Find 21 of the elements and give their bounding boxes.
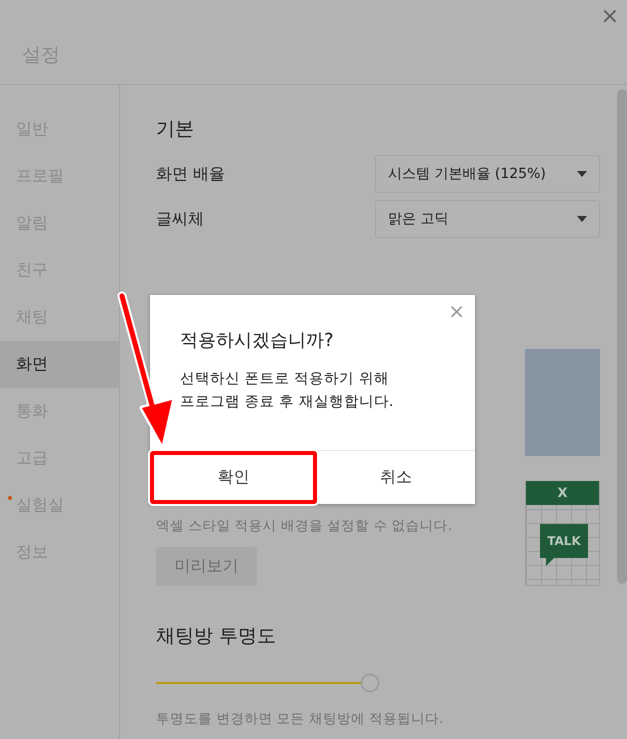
close-icon[interactable]: × xyxy=(448,301,465,321)
preview-button[interactable]: 미리보기 xyxy=(156,547,257,586)
close-icon[interactable]: × xyxy=(600,6,619,28)
hint-text: 투명도를 변경하면 모든 채팅방에 적용됩니다. xyxy=(156,710,444,728)
sidebar-item[interactable]: 화면 xyxy=(0,341,119,388)
section-heading: 채팅방 투명도 xyxy=(156,624,278,649)
excel-theme-preview[interactable]: X TALK xyxy=(525,481,600,586)
dropdown[interactable]: 시스템 기본배율 (125%) xyxy=(375,155,600,193)
slider-thumb[interactable] xyxy=(361,674,379,692)
theme-preview[interactable] xyxy=(525,349,600,456)
setting-label: 화면 배율 xyxy=(156,164,226,184)
dialog-button[interactable]: 확인 xyxy=(150,451,316,504)
dialog-button[interactable]: 취소 xyxy=(316,451,475,504)
caret-icon xyxy=(577,216,587,222)
dialog-title: 적용하시겠습니까? xyxy=(180,329,335,352)
caret-icon xyxy=(577,171,587,177)
dropdown[interactable]: 맑은 고딕 xyxy=(375,200,600,238)
hint-text: 엑셀 스타일 적용시 배경을 설정할 수 없습니다. xyxy=(156,517,454,535)
section-heading: 기본 xyxy=(156,117,195,142)
dialog-message: 선택하신 폰트로 적용하기 위해 프로그램 종료 후 재실행합니다. xyxy=(180,370,394,412)
setting-label: 글씨체 xyxy=(156,208,204,230)
